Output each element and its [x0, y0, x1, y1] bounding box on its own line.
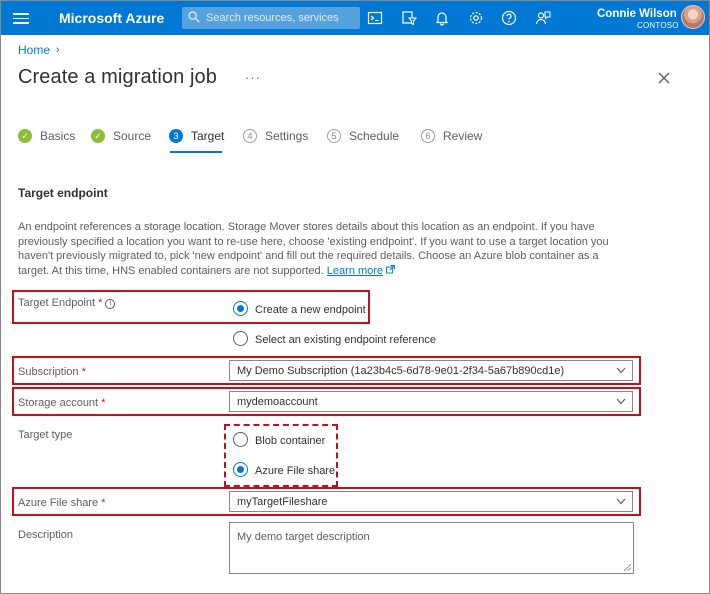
step-number: 3 [169, 129, 183, 143]
notifications-bell-icon[interactable] [434, 10, 450, 26]
close-icon[interactable] [658, 72, 670, 84]
highlight-box [12, 290, 370, 324]
user-name[interactable]: Connie Wilson [597, 8, 677, 20]
highlight-box [12, 356, 641, 385]
textarea-placeholder: My demo target description [237, 531, 370, 543]
feedback-icon[interactable] [535, 10, 551, 26]
search-input[interactable]: Search resources, services [206, 12, 339, 24]
highlight-box [12, 387, 641, 416]
target-type-label: Target type [18, 429, 73, 441]
user-org: CONTOSO [637, 21, 679, 30]
description-text: An endpoint references a storage locatio… [18, 221, 609, 277]
search-icon [188, 11, 200, 23]
description-label: Description [18, 529, 74, 541]
tab-label: Settings [265, 129, 309, 143]
external-link-icon [386, 264, 396, 274]
description-textarea[interactable]: My demo target description [229, 522, 634, 574]
tab-label: Target [191, 129, 225, 143]
tab-label: Source [113, 129, 152, 143]
hamburger-menu-icon[interactable] [13, 10, 29, 26]
avatar[interactable] [681, 5, 705, 29]
highlight-box-dashed [224, 424, 338, 487]
settings-gear-icon[interactable] [468, 10, 484, 26]
step-number: 5 [327, 129, 341, 143]
section-description: An endpoint references a storage locatio… [18, 220, 618, 278]
more-options-icon[interactable]: ··· [245, 70, 261, 85]
resize-handle-icon[interactable] [624, 564, 631, 571]
breadcrumb-home[interactable]: Home [18, 43, 50, 57]
learn-more-link[interactable]: Learn more [327, 265, 383, 277]
highlight-box [12, 487, 641, 516]
section-title: Target endpoint [18, 186, 108, 200]
check-icon: ✓ [91, 129, 105, 143]
brand-title[interactable]: Microsoft Azure [59, 10, 164, 26]
page-title: Create a migration job [18, 66, 217, 88]
tab-label: Schedule [349, 129, 400, 143]
cloud-shell-icon[interactable] [367, 10, 383, 26]
tab-label: Basics [40, 129, 76, 143]
step-number: 6 [421, 129, 435, 143]
radio-label[interactable]: Select an existing endpoint reference [255, 334, 436, 346]
check-icon: ✓ [18, 129, 32, 143]
tab-label: Review [443, 129, 483, 143]
step-number: 4 [243, 129, 257, 143]
active-tab-indicator [170, 151, 222, 153]
radio-select-existing-endpoint[interactable] [233, 331, 248, 346]
chevron-right-icon: › [56, 44, 60, 56]
top-bar: Microsoft Azure Search resources, servic… [1, 1, 709, 35]
help-question-icon[interactable] [501, 10, 517, 26]
directory-filter-icon[interactable] [401, 10, 417, 26]
